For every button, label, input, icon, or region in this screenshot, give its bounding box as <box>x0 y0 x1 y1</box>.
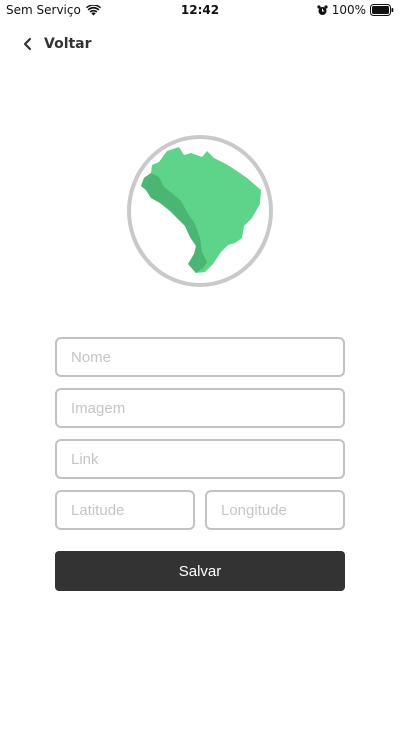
status-bar: Sem Serviço 12:42 100% <box>0 0 400 22</box>
back-button[interactable]: Voltar <box>22 36 92 52</box>
link-input[interactable] <box>55 439 345 479</box>
battery-icon <box>370 4 394 16</box>
back-label: Voltar <box>44 36 92 52</box>
battery-percent: 100% <box>331 3 366 17</box>
chevron-left-icon <box>23 37 32 51</box>
brazil-map-icon <box>127 135 273 287</box>
save-button[interactable]: Salvar <box>55 551 345 591</box>
status-right-group: 100% <box>317 3 394 17</box>
longitude-input[interactable] <box>205 490 345 530</box>
name-input[interactable] <box>55 337 345 377</box>
latitude-input[interactable] <box>55 490 195 530</box>
image-input[interactable] <box>55 388 345 428</box>
alarm-icon <box>317 4 328 15</box>
